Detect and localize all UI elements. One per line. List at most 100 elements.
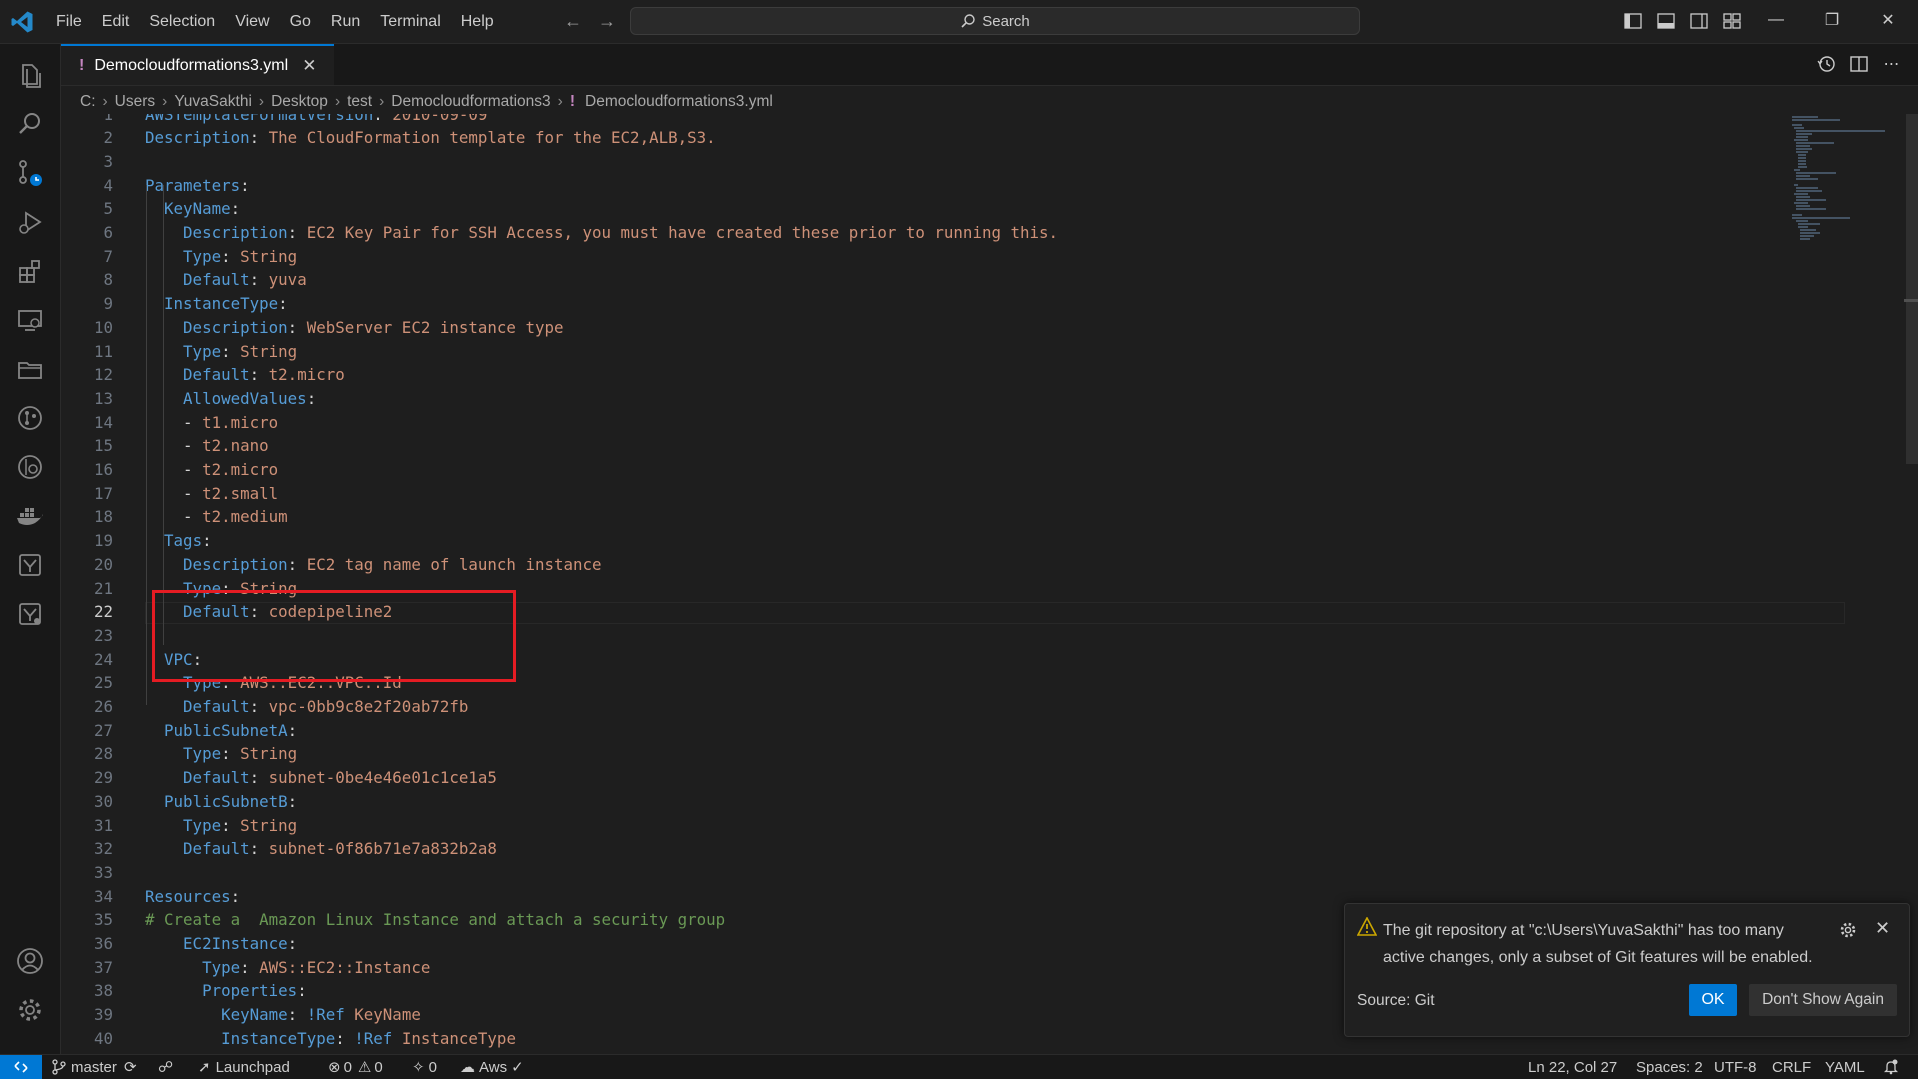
code-line[interactable]: 28 Type: String — [61, 742, 1781, 766]
code-line[interactable]: 12 Default: t2.micro — [61, 363, 1781, 387]
explorer-icon[interactable] — [0, 50, 60, 100]
code-line[interactable]: 19 Tags: — [61, 529, 1781, 553]
eol-status[interactable]: CRLF — [1772, 1055, 1811, 1079]
search-view-icon[interactable] — [0, 99, 60, 149]
code-line[interactable]: 18 - t2.medium — [61, 505, 1781, 529]
scrollbar-cursor-marker — [1904, 299, 1918, 302]
code-line[interactable]: 32 Default: subnet-0f86b71e7a832b2a8 — [61, 837, 1781, 861]
project-manager-icon[interactable] — [0, 344, 60, 394]
remote-explorer-icon[interactable] — [0, 295, 60, 345]
restore-icon[interactable]: ❐ — [1804, 0, 1860, 40]
breadcrumb-user[interactable]: YuvaSakthi — [174, 93, 252, 111]
code-line[interactable]: 8 Default: yuva — [61, 268, 1781, 292]
menu-run[interactable]: Run — [321, 0, 370, 43]
menu-terminal[interactable]: Terminal — [370, 0, 450, 43]
docker-icon[interactable] — [0, 491, 60, 541]
timeline-history-icon[interactable] — [1809, 52, 1842, 76]
customize-layout-icon[interactable] — [1715, 9, 1748, 33]
menu-file[interactable]: File — [46, 0, 92, 43]
git-graph-icon[interactable] — [0, 393, 60, 443]
breadcrumb-drive[interactable]: C: — [80, 93, 96, 111]
encoding-status[interactable]: UTF-8 — [1714, 1055, 1757, 1079]
code-line[interactable]: 29 Default: subnet-0be4e46e01c1ce1a5 — [61, 766, 1781, 790]
notification-close-icon[interactable]: ✕ — [1875, 918, 1890, 939]
code-text: Tags: — [145, 529, 212, 553]
code-line[interactable]: 33 — [61, 861, 1781, 885]
code-line[interactable]: 30 PublicSubnetB: — [61, 790, 1781, 814]
toggle-primary-sidebar-icon[interactable] — [1616, 9, 1649, 33]
aws-status[interactable]: ☁ Aws ✓ — [460, 1055, 524, 1079]
language-mode[interactable]: YAML — [1825, 1055, 1865, 1079]
menu-selection[interactable]: Selection — [139, 0, 225, 43]
code-token: : — [221, 744, 241, 764]
code-token: AWSTemplateFormatVersion — [145, 114, 374, 124]
extensions-icon[interactable] — [0, 246, 60, 296]
code-line[interactable]: 17 - t2.small — [61, 482, 1781, 506]
branch-status[interactable]: master — [52, 1055, 117, 1079]
toggle-secondary-sidebar-icon[interactable] — [1682, 9, 1715, 33]
remote-indicator-icon[interactable] — [0, 1055, 42, 1079]
code-line[interactable]: 31 Type: String — [61, 814, 1781, 838]
scrollbar-thumb[interactable] — [1906, 114, 1918, 464]
launchpad-status[interactable]: ➚ Launchpad — [198, 1055, 290, 1079]
code-line[interactable]: 16 - t2.micro — [61, 458, 1781, 482]
cursor-position[interactable]: Ln 22, Col 27 — [1528, 1055, 1617, 1079]
code-line[interactable]: 15 - t2.nano — [61, 434, 1781, 458]
breadcrumb-desktop[interactable]: Desktop — [271, 93, 328, 111]
accounts-icon[interactable] — [0, 936, 60, 986]
back-arrow-icon[interactable]: ← — [556, 8, 590, 34]
code-text: Resources: — [145, 885, 240, 909]
notification-settings-gear-icon[interactable] — [1839, 921, 1857, 939]
ports-icon: ✧ — [412, 1059, 425, 1076]
ok-button[interactable]: OK — [1689, 984, 1737, 1016]
close-window-icon[interactable]: ✕ — [1860, 0, 1916, 40]
code-line[interactable]: 5 KeyName: — [61, 197, 1781, 221]
breadcrumb-test[interactable]: test — [347, 93, 372, 111]
code-line[interactable]: 20 Description: EC2 tag name of launch i… — [61, 553, 1781, 577]
code-line[interactable]: 10 Description: WebServer EC2 instance t… — [61, 316, 1781, 340]
code-line[interactable]: 9 InstanceType: — [61, 292, 1781, 316]
run-debug-icon[interactable] — [0, 197, 60, 247]
breadcrumb-users[interactable]: Users — [115, 93, 155, 111]
code-line[interactable]: 27 PublicSubnetA: — [61, 719, 1781, 743]
breadcrumb-folder[interactable]: Democloudformations3 — [391, 93, 550, 111]
menu-go[interactable]: Go — [280, 0, 321, 43]
problems-status[interactable]: ⊗ 0 ⚠ 0 — [328, 1055, 383, 1079]
forward-arrow-icon[interactable]: → — [590, 8, 624, 34]
code-line[interactable]: 6 Description: EC2 Key Pair for SSH Acce… — [61, 221, 1781, 245]
tab-democloudformations3[interactable]: ! Democloudformations3.yml ✕ — [61, 44, 334, 85]
minimap[interactable] — [1790, 114, 1900, 254]
code-line[interactable]: 13 AllowedValues: — [61, 387, 1781, 411]
close-tab-icon[interactable]: ✕ — [302, 56, 316, 76]
breadcrumb-file[interactable]: Democloudformations3.yml — [585, 93, 773, 111]
gitlens-icon[interactable] — [0, 442, 60, 492]
line-number: 17 — [93, 483, 113, 503]
toggle-panel-icon[interactable] — [1649, 9, 1682, 33]
minimize-icon[interactable]: — — [1748, 0, 1804, 40]
split-editor-icon[interactable] — [1842, 52, 1875, 76]
code-line[interactable]: 26 Default: vpc-0bb9c8e2f20ab72fb — [61, 695, 1781, 719]
ports-status[interactable]: ✧ 0 — [412, 1055, 437, 1079]
code-line[interactable]: 3 — [61, 150, 1781, 174]
code-line[interactable]: 14 - t1.micro — [61, 411, 1781, 435]
menu-help[interactable]: Help — [451, 0, 504, 43]
code-line[interactable]: 11 Type: String — [61, 340, 1781, 364]
aws-deploy-icon[interactable] — [0, 589, 60, 639]
notifications-bell-icon[interactable] — [1884, 1055, 1898, 1079]
menu-view[interactable]: View — [225, 0, 279, 43]
settings-gear-icon[interactable] — [0, 985, 60, 1035]
code-line[interactable]: 7 Type: String — [61, 245, 1781, 269]
menu-edit[interactable]: Edit — [92, 0, 140, 43]
code-line[interactable]: 2 Description: The CloudFormation templat… — [61, 126, 1781, 150]
dont-show-again-button[interactable]: Don't Show Again — [1749, 984, 1897, 1016]
command-center-search[interactable]: Search — [630, 7, 1360, 35]
indentation-status[interactable]: Spaces: 2 — [1636, 1055, 1703, 1079]
vscode-logo-icon[interactable] — [10, 10, 34, 34]
aws-toolkit-icon[interactable] — [0, 540, 60, 590]
gitlens-status-icon[interactable]: ☍ — [158, 1055, 173, 1079]
sync-icon[interactable]: ⟳ — [124, 1055, 137, 1079]
source-control-icon[interactable] — [0, 148, 60, 198]
more-actions-icon[interactable]: ⋯ — [1875, 52, 1908, 76]
code-line[interactable]: 4 Parameters: — [61, 174, 1781, 198]
code-line[interactable]: 1 AWSTemplateFormatVersion: 2010-09-09 — [61, 114, 1781, 126]
